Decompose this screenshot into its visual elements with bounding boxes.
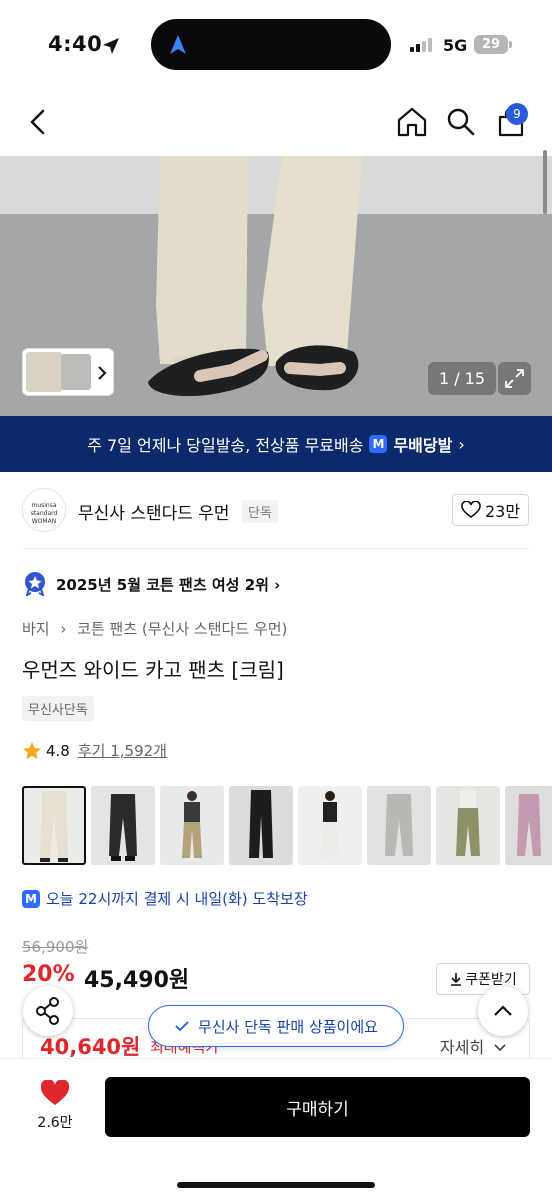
- delivery-promo-banner[interactable]: 주 7일 언제나 당일발송, 전상품 무료배송 M 무배당발 ›: [0, 416, 552, 472]
- brand-like-button[interactable]: 23만: [452, 494, 529, 526]
- gallery-thumbnail-strip[interactable]: [22, 348, 114, 396]
- thumb-photo: [40, 791, 68, 862]
- gallery-thumb-2: [61, 354, 91, 390]
- share-button[interactable]: [23, 986, 73, 1036]
- home-indicator: [177, 1182, 375, 1188]
- product-title: 우먼즈 와이드 카고 팬츠 [크림]: [22, 658, 284, 682]
- color-thumb-4[interactable]: [229, 786, 293, 865]
- back-icon[interactable]: [28, 108, 48, 136]
- thumb-photo: [456, 790, 480, 856]
- thumb-photo: [321, 791, 339, 858]
- breadcrumb-item[interactable]: 코튼 팬츠 (무신사 스탠다드 우먼): [77, 620, 287, 638]
- thumb-photo: [249, 790, 273, 858]
- breadcrumb-separator-icon: ›: [60, 620, 67, 638]
- delivery-text: 오늘 22시까지 결제 시 내일(화) 도착보장: [46, 890, 308, 908]
- breadcrumb-item[interactable]: 바지: [22, 620, 50, 638]
- like-count: 2.6만: [37, 1115, 73, 1131]
- thumb-photo: [109, 794, 137, 861]
- chevron-right-icon: [98, 366, 107, 380]
- color-thumbnail-list: [22, 786, 552, 865]
- color-thumb-5[interactable]: [298, 786, 362, 865]
- discount-rate: 20%: [22, 962, 75, 987]
- check-icon: [175, 1021, 189, 1032]
- color-thumb-2[interactable]: [91, 786, 155, 865]
- toast-text: 무신사 단독 판매 상품이에요: [198, 1017, 378, 1036]
- brand-like-count: 23만: [484, 502, 521, 521]
- heart-outline-icon: [461, 501, 481, 518]
- color-thumb-3[interactable]: [160, 786, 224, 865]
- chevron-down-icon: [494, 1044, 506, 1052]
- network-type: 5G: [443, 36, 468, 55]
- chevron-up-icon: [494, 1005, 512, 1016]
- gallery-counter: 1 / 15: [428, 362, 496, 395]
- heart-filled-icon[interactable]: [40, 1080, 70, 1107]
- battery-tip: [509, 41, 512, 48]
- top-nav-bar: [0, 88, 552, 156]
- star-icon: [23, 741, 41, 759]
- battery-icon: 29: [474, 35, 508, 54]
- breadcrumb: 바지 › 코튼 팬츠 (무신사 스탠다드 우먼): [22, 618, 287, 639]
- rating-row[interactable]: 4.8 후기 1,592개: [22, 740, 167, 761]
- color-thumb-7[interactable]: [436, 786, 500, 865]
- gallery-thumb-1: [26, 352, 62, 392]
- review-link[interactable]: 후기 1,592개: [78, 740, 167, 761]
- ranking-medal-icon: [25, 572, 45, 596]
- brand-logo[interactable]: musinsa standard WOMAN: [22, 488, 66, 532]
- musinsa-m-icon: M: [22, 889, 40, 908]
- delivery-guarantee[interactable]: M 오늘 22시까지 결제 시 내일(화) 도착보장: [22, 888, 308, 909]
- home-icon[interactable]: [396, 106, 428, 138]
- navigation-arrow-icon: [170, 35, 186, 54]
- chevron-right-icon: ›: [458, 434, 465, 454]
- share-icon: [36, 997, 59, 1025]
- download-icon: [451, 973, 462, 986]
- ranking-link[interactable]: 2025년 5월 코튼 팬츠 여성 2위 ›: [56, 574, 280, 595]
- brand-name[interactable]: 무신사 스탠다드 우먼: [78, 499, 230, 524]
- ranking-text: 2025년 5월 코튼 팬츠 여성 2위: [56, 576, 269, 594]
- location-arrow-icon: [103, 38, 119, 54]
- cellular-signal-icon: [410, 38, 432, 52]
- sale-price: 45,490원: [84, 968, 190, 993]
- color-thumb-6[interactable]: [367, 786, 431, 865]
- detail-label: 자세히: [440, 1038, 485, 1057]
- page-scrollbar[interactable]: [543, 150, 547, 214]
- musinsa-m-icon: M: [369, 435, 388, 453]
- divider: [22, 548, 530, 549]
- thumb-photo: [182, 791, 202, 858]
- rating-score: 4.8: [46, 741, 70, 760]
- banner-service: 무배당발: [393, 436, 453, 455]
- exclusive-tag: 무신사단독: [22, 696, 94, 721]
- color-thumb-1[interactable]: [22, 786, 86, 865]
- expand-button[interactable]: [498, 362, 531, 395]
- exclusive-toast: 무신사 단독 판매 상품이에요: [148, 1005, 404, 1047]
- buy-button[interactable]: 구매하기: [105, 1077, 530, 1137]
- detail-toggle[interactable]: 자세히: [440, 1034, 507, 1058]
- original-price: 56,900원: [22, 938, 89, 956]
- scroll-top-button[interactable]: [478, 986, 528, 1036]
- chevron-right-icon: ›: [274, 576, 281, 594]
- search-icon[interactable]: [446, 107, 476, 137]
- cart-count-badge: 9: [506, 103, 528, 125]
- brand-exclusive-tag: 단독: [242, 500, 278, 523]
- color-thumb-8[interactable]: [505, 786, 552, 865]
- expand-icon: [505, 369, 524, 388]
- status-time: 4:40: [48, 32, 103, 56]
- thumb-photo: [517, 794, 541, 856]
- status-bar: 4:40 5G 29: [0, 0, 552, 88]
- thumb-photo: [385, 794, 413, 856]
- banner-text: 주 7일 언제나 당일발송, 전상품 무료배송: [87, 436, 364, 455]
